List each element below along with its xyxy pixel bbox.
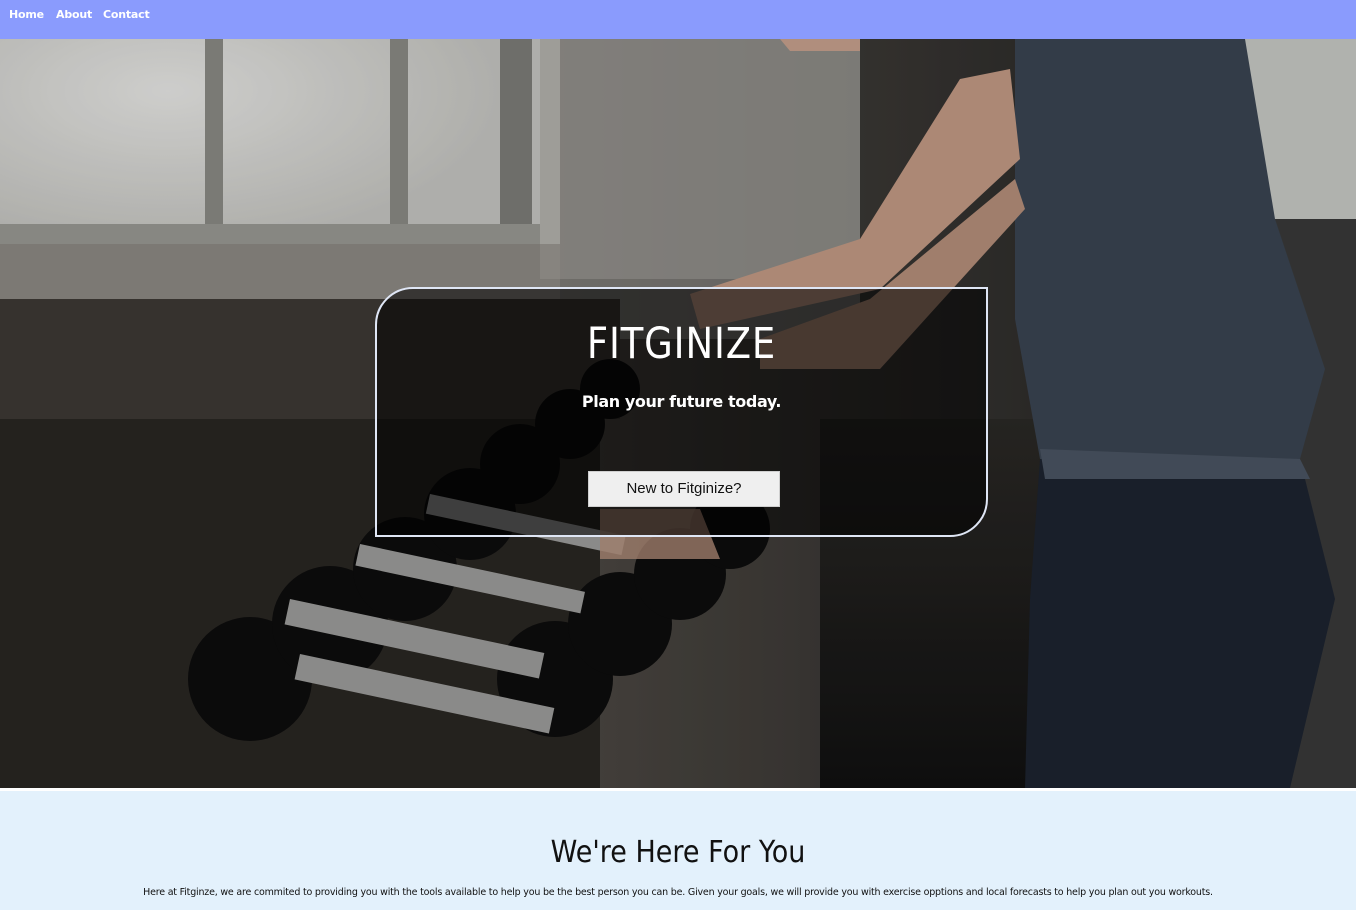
about-body-text: Here at Fitginze, we are commited to pro… xyxy=(143,887,1213,898)
nav-home-link[interactable]: Home xyxy=(9,8,44,21)
top-navbar: Home About Contact xyxy=(0,0,1356,39)
hero-section: FITGINIZE Plan your future today. New to… xyxy=(0,39,1356,788)
hero-title: FITGINIZE xyxy=(586,319,777,369)
nav-contact-link[interactable]: Contact xyxy=(103,8,150,21)
nav-about-link[interactable]: About xyxy=(56,8,92,21)
new-to-fitginize-button[interactable]: New to Fitginize? xyxy=(588,471,780,507)
hero-card: FITGINIZE Plan your future today. New to… xyxy=(375,287,988,537)
about-heading: We're Here For You xyxy=(550,835,806,870)
hero-subtitle: Plan your future today. xyxy=(581,392,782,411)
about-section: We're Here For You Here at Fitginze, we … xyxy=(0,788,1356,910)
